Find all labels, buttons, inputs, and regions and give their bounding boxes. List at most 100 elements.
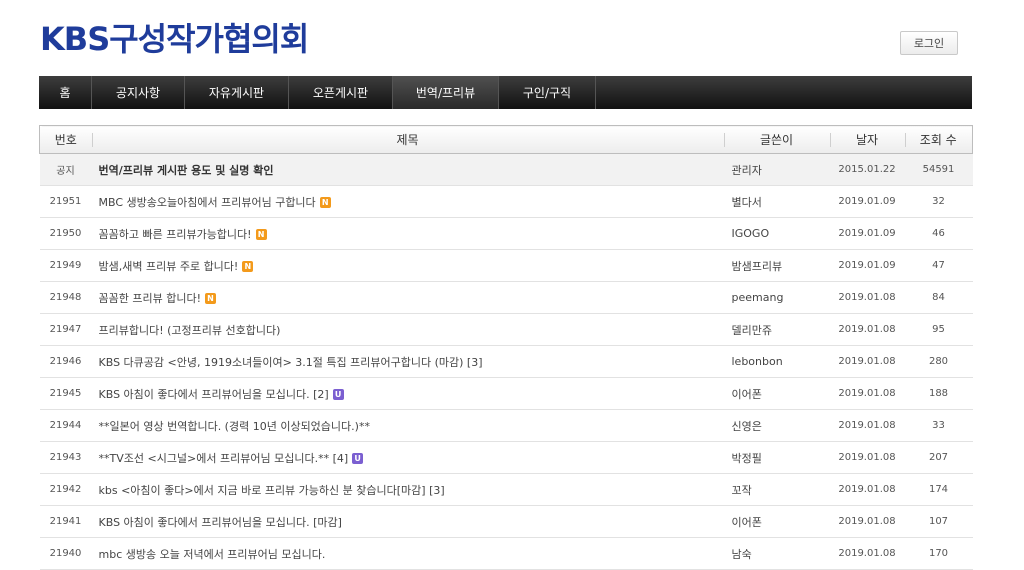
board-header-row: 번호 제목 글쓴이 날자 조회 수 (39, 125, 973, 154)
table-row: 21942 kbs <아침이 좋다>에서 지금 바로 프리뷰 가능하신 분 찾습니… (39, 474, 973, 506)
post-date: 2019.01.08 (838, 548, 896, 559)
post-writer[interactable]: 밤샘프리뷰 (724, 250, 830, 282)
post-date: 2015.01.22 (838, 164, 896, 175)
new-post-icon: N (242, 260, 254, 272)
nav-item-open-board[interactable]: 오픈게시판 (289, 76, 393, 109)
post-views: 33 (932, 420, 945, 431)
post-views: 32 (932, 196, 945, 207)
post-writer[interactable]: 박정필 (724, 442, 830, 474)
post-date: 2019.01.08 (838, 388, 896, 399)
post-number: 21943 (49, 452, 82, 463)
table-row: 21941 KBS 아침이 좋다에서 프리뷰어님을 모십니다. [마감] 이어폰 20… (39, 506, 973, 538)
post-title-cell: 프리뷰합니다! (고정프리뷰 선호합니다) (92, 314, 724, 346)
table-row: 21944 **일본어 영상 번역합니다. (경력 10년 이상되었습니다.)**… (39, 410, 973, 442)
post-writer[interactable]: 이어폰 (724, 378, 830, 410)
post-title-link[interactable]: mbc 생방송 오늘 저녁에서 프리뷰어님 모십니다. (99, 548, 326, 561)
post-date: 2019.01.08 (838, 452, 896, 463)
post-views: 170 (928, 548, 949, 559)
post-writer[interactable]: 남숙 (724, 538, 830, 570)
table-row: 21940 mbc 생방송 오늘 저녁에서 프리뷰어님 모십니다. 남숙 2019.0… (39, 538, 973, 570)
notice-row: 공지 번역/프리뷰 게시판 용도 및 실명 확인 관리자 2015.01.22 5459… (39, 153, 973, 186)
post-title-cell: KBS 아침이 좋다에서 프리뷰어님을 모십니다. [마감] (92, 506, 724, 538)
post-title-cell: **TV조선 <시그널>에서 프리뷰어님 모십니다.** [4] U (92, 442, 724, 474)
post-views: 95 (932, 324, 945, 335)
post-number: 21945 (49, 388, 82, 399)
post-title-link[interactable]: 프리뷰합니다! (고정프리뷰 선호합니다) (99, 324, 281, 337)
post-views: 174 (928, 484, 949, 495)
table-row: 21946 KBS 다큐공감 <안녕, 1919소녀들이여> 3.1절 특집 프리… (39, 346, 973, 378)
post-title-link[interactable]: KBS 아침이 좋다에서 프리뷰어님을 모십니다. [2] (99, 388, 329, 401)
new-post-icon: N (319, 196, 331, 208)
nav-item-home[interactable]: 홈 (39, 76, 92, 109)
post-views: 107 (928, 516, 949, 527)
post-date: 2019.01.08 (838, 292, 896, 303)
post-views: 47 (932, 260, 945, 271)
post-date: 2019.01.09 (838, 196, 896, 207)
post-title-link[interactable]: **일본어 영상 번역합니다. (경력 10년 이상되었습니다.)** (99, 420, 370, 433)
post-writer[interactable]: IGOGO (724, 218, 830, 250)
nav-item-notice[interactable]: 공지사항 (92, 76, 185, 109)
site-header: KBS구성작가협의회 로그인 (0, 0, 1024, 76)
post-writer[interactable]: lebonbon (724, 346, 830, 378)
post-title-link[interactable]: KBS 다큐공감 <안녕, 1919소녀들이여> 3.1절 특집 프리뷰어구합니… (99, 356, 483, 369)
post-writer[interactable]: 델리만쥬 (724, 314, 830, 346)
post-title-cell: mbc 생방송 오늘 저녁에서 프리뷰어님 모십니다. (92, 538, 724, 570)
post-title-link[interactable]: 번역/프리뷰 게시판 용도 및 실명 확인 (99, 164, 274, 177)
table-row: 21950 꼼꼼하고 빠른 프리뷰가능합니다! N IGOGO 2019.01.09 46 (39, 218, 973, 250)
post-number: 21946 (49, 356, 82, 367)
post-writer[interactable]: 별다서 (724, 186, 830, 218)
post-number: 21940 (49, 548, 82, 559)
column-header-date[interactable]: 날자 (829, 125, 905, 154)
post-date: 2019.01.08 (838, 484, 896, 495)
post-writer[interactable]: 이어폰 (724, 506, 830, 538)
post-number: 21948 (49, 292, 82, 303)
nav-item-job[interactable]: 구인/구직 (499, 76, 596, 109)
post-title-cell: kbs <아침이 좋다>에서 지금 바로 프리뷰 가능하신 분 찾습니다[마감]… (92, 474, 724, 506)
post-title-cell: 밤샘,새벽 프리뷰 주로 합니다! N (92, 250, 724, 282)
post-title-link[interactable]: 밤샘,새벽 프리뷰 주로 합니다! (99, 260, 239, 273)
post-writer[interactable]: peemang (724, 282, 830, 314)
post-date: 2019.01.08 (838, 356, 896, 367)
post-date: 2019.01.08 (838, 420, 896, 431)
main-nav: 홈 공지사항 자유게시판 오픈게시판 번역/프리뷰 구인/구직 (39, 76, 972, 109)
post-writer[interactable]: 관리자 (724, 154, 830, 186)
post-views: 84 (932, 292, 945, 303)
nav-item-translation-preview[interactable]: 번역/프리뷰 (393, 76, 499, 109)
new-post-icon: N (204, 292, 216, 304)
post-title-link[interactable]: KBS 아침이 좋다에서 프리뷰어님을 모십니다. [마감] (99, 516, 342, 529)
column-header-views[interactable]: 조회 수 (904, 125, 973, 154)
post-writer[interactable]: 꼬작 (724, 474, 830, 506)
post-date: 2019.01.08 (838, 516, 896, 527)
login-button[interactable]: 로그인 (900, 31, 958, 55)
post-title-link[interactable]: MBC 생방송오늘아침에서 프리뷰어님 구합니다 (99, 196, 316, 209)
table-row: 21951 MBC 생방송오늘아침에서 프리뷰어님 구합니다 N 별다서 2019.01… (39, 186, 973, 218)
nav-item-free-board[interactable]: 자유게시판 (185, 76, 289, 109)
post-title-cell: **일본어 영상 번역합니다. (경력 10년 이상되었습니다.)** (92, 410, 724, 442)
post-number: 21949 (49, 260, 82, 271)
post-title-link[interactable]: 꼼꼼하고 빠른 프리뷰가능합니다! (99, 228, 252, 241)
board-list: 번호 제목 글쓴이 날자 조회 수 공지 번역/프리뷰 게시판 용도 및 실명 확… (39, 125, 973, 570)
post-views: 46 (932, 228, 945, 239)
updated-post-icon: U (332, 388, 344, 400)
post-views: 54591 (922, 164, 955, 175)
post-title-cell: KBS 아침이 좋다에서 프리뷰어님을 모십니다. [2] U (92, 378, 724, 410)
post-date: 2019.01.09 (838, 260, 896, 271)
post-title-link[interactable]: **TV조선 <시그널>에서 프리뷰어님 모십니다.** [4] (99, 452, 349, 465)
post-views: 207 (928, 452, 949, 463)
table-row: 21948 꼼꼼한 프리뷰 합니다! Npeemang 2019.01.08 84 (39, 282, 973, 314)
new-post-icon: N (255, 228, 267, 240)
post-writer[interactable]: 신영은 (724, 410, 830, 442)
post-title-link[interactable]: kbs <아침이 좋다>에서 지금 바로 프리뷰 가능하신 분 찾습니다[마감]… (99, 484, 445, 497)
column-header-number: 번호 (39, 125, 92, 154)
post-number: 21950 (49, 228, 82, 239)
site-logo[interactable]: KBS구성작가협의회 (40, 14, 309, 60)
post-title-cell: 꼼꼼하고 빠른 프리뷰가능합니다! N (92, 218, 724, 250)
post-title-cell: 번역/프리뷰 게시판 용도 및 실명 확인 (92, 154, 724, 186)
post-title-cell: 꼼꼼한 프리뷰 합니다! N (92, 282, 724, 314)
post-views: 280 (928, 356, 949, 367)
post-title-link[interactable]: 꼼꼼한 프리뷰 합니다! (99, 292, 201, 305)
table-row: 21947 프리뷰합니다! (고정프리뷰 선호합니다) 델리만쥬 2019.01.08… (39, 314, 973, 346)
post-title-cell: MBC 생방송오늘아침에서 프리뷰어님 구합니다 N (92, 186, 724, 218)
post-number: 21947 (49, 324, 82, 335)
column-header-title: 제목 (91, 125, 724, 154)
